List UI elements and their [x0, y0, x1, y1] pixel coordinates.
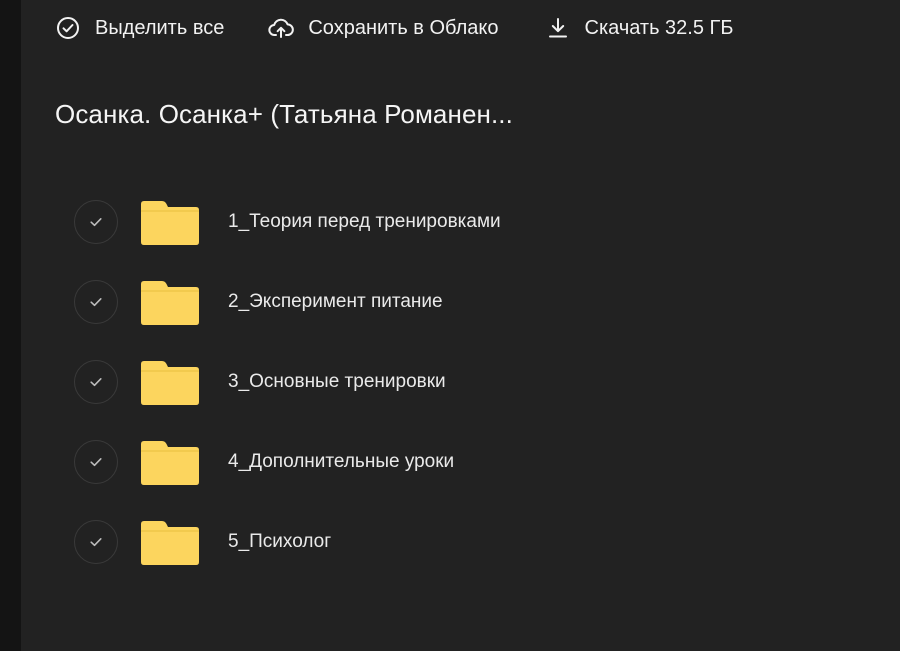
select-all-label: Выделить все [95, 16, 225, 39]
folder-row[interactable]: 2_Эксперимент питание [74, 262, 874, 342]
folder-name: 2_Эксперимент питание [228, 291, 443, 312]
select-checkbox[interactable] [74, 200, 118, 244]
download-icon [545, 15, 571, 41]
select-checkbox[interactable] [74, 280, 118, 324]
folder-panel: Выделить все Сохранить в Облако Скачать … [21, 0, 900, 651]
select-all-button[interactable]: Выделить все [55, 10, 224, 46]
folder-list: 1_Теория перед тренировками 2_Эксперимен… [74, 182, 874, 582]
save-to-cloud-label: Сохранить в Облако [308, 16, 499, 39]
check-icon [90, 298, 102, 307]
check-icon [90, 458, 102, 467]
folder-icon [141, 281, 199, 325]
check-icon [90, 218, 102, 227]
folder-name: 4_Дополнительные уроки [228, 451, 455, 472]
folder-icon [141, 441, 199, 485]
folder-title: Осанка. Осанка+ (Татьяна Романен... [55, 99, 513, 129]
folder-row[interactable]: 3_Основные тренировки [74, 342, 874, 422]
save-to-cloud-button[interactable]: Сохранить в Облако [268, 10, 499, 46]
folder-name: 5_Психолог [228, 531, 332, 552]
folder-row[interactable]: 1_Теория перед тренировками [74, 182, 874, 262]
folder-name: 3_Основные тренировки [228, 371, 446, 392]
cloud-upload-icon [268, 15, 295, 41]
folder-row[interactable]: 4_Дополнительные уроки [74, 422, 874, 502]
download-label: Скачать 32.5 ГБ [584, 16, 734, 39]
folder-icon [141, 201, 199, 245]
select-checkbox[interactable] [74, 360, 118, 404]
select-checkbox[interactable] [74, 520, 118, 564]
check-icon [90, 538, 102, 547]
check-icon [90, 378, 102, 387]
toolbar: Выделить все Сохранить в Облако Скачать … [55, 10, 734, 46]
folder-icon [141, 521, 199, 565]
folder-row[interactable]: 5_Психолог [74, 502, 874, 582]
side-edge [0, 0, 21, 651]
select-checkbox[interactable] [74, 440, 118, 484]
folder-icon [141, 361, 199, 405]
check-circle-icon [55, 15, 81, 41]
folder-name: 1_Теория перед тренировками [228, 211, 501, 232]
download-button[interactable]: Скачать 32.5 ГБ [545, 10, 734, 46]
